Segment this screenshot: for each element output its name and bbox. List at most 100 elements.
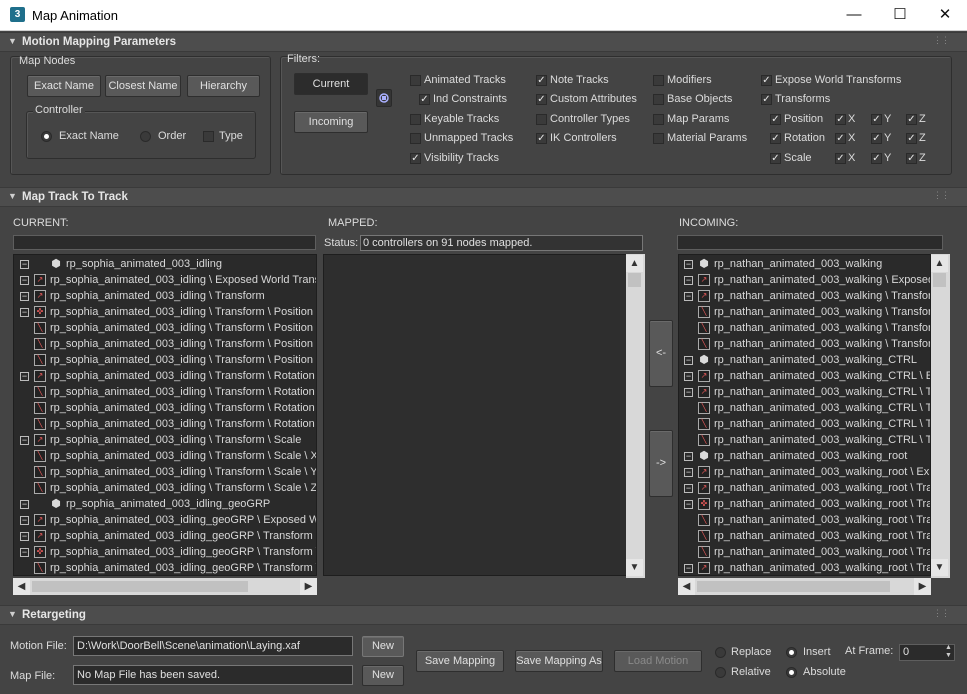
exact-name-button[interactable]: Exact Name <box>27 75 101 97</box>
position-z-checkbox[interactable]: ✓ <box>906 114 917 125</box>
modifiers-checkbox[interactable] <box>653 75 664 86</box>
map-file-field[interactable]: No Map File has been saved. <box>73 665 353 685</box>
map-right-button[interactable]: -> <box>649 430 673 497</box>
rotation-checkbox[interactable]: ✓ <box>770 133 781 144</box>
new-map-file-button[interactable]: New <box>362 665 404 686</box>
expand-toggle-icon[interactable]: − <box>684 468 693 477</box>
rotation-y-checkbox[interactable]: ✓ <box>871 133 882 144</box>
unmapped-tracks-checkbox[interactable] <box>410 133 421 144</box>
animated-tracks-checkbox[interactable] <box>410 75 421 86</box>
relative-radio[interactable] <box>715 667 726 678</box>
visibility-tracks-checkbox[interactable]: ✓ <box>410 153 421 164</box>
expand-toggle-icon[interactable]: − <box>684 484 693 493</box>
current-filter-field[interactable] <box>13 235 316 250</box>
expand-toggle-icon[interactable]: − <box>20 292 29 301</box>
replace-radio[interactable] <box>715 647 726 658</box>
scroll-up-icon[interactable]: ▲ <box>931 255 948 272</box>
controller-types-checkbox[interactable] <box>536 114 547 125</box>
save-mapping-as-button[interactable]: Save Mapping As <box>515 650 603 672</box>
incoming-filter-field[interactable] <box>677 235 943 250</box>
incoming-tree-list[interactable]: − ⬢ rp_nathan_animated_003_walking − ↗ rp_nat… <box>678 254 931 576</box>
ind-constraints-checkbox[interactable]: ✓ <box>419 94 430 105</box>
expand-toggle-icon[interactable]: − <box>684 564 693 573</box>
scroll-right-icon[interactable]: ▶ <box>300 578 317 595</box>
scale-checkbox[interactable]: ✓ <box>770 153 781 164</box>
expand-toggle-icon[interactable]: − <box>20 308 29 317</box>
motion-mapping-header[interactable]: ▼ Motion Mapping Parameters ⋮⋮ <box>0 32 967 52</box>
expand-toggle-icon[interactable]: − <box>684 260 693 269</box>
map-left-button[interactable]: <- <box>649 320 673 387</box>
scroll-right-icon[interactable]: ▶ <box>914 578 931 595</box>
rotation-x-checkbox[interactable]: ✓ <box>835 133 846 144</box>
expand-toggle-icon[interactable]: − <box>684 500 693 509</box>
expand-toggle-icon[interactable]: − <box>684 292 693 301</box>
scroll-up-icon[interactable]: ▲ <box>626 255 643 272</box>
save-mapping-button[interactable]: Save Mapping <box>416 650 504 672</box>
tree-row-label: rp_sophia_animated_003_idling \ Transfor… <box>50 370 315 382</box>
scroll-left-icon[interactable]: ◀ <box>13 578 30 595</box>
type-checkbox[interactable] <box>203 131 214 142</box>
scroll-thumb[interactable] <box>697 581 890 592</box>
exact-name-radio[interactable] <box>41 131 52 142</box>
base-objects-checkbox[interactable] <box>653 94 664 105</box>
retargeting-header[interactable]: ▼ Retargeting ⋮⋮ <box>0 605 967 625</box>
current-filter-button[interactable]: Current <box>294 73 368 95</box>
scroll-thumb[interactable] <box>32 581 248 592</box>
expand-toggle-icon[interactable]: − <box>20 372 29 381</box>
scale-z-checkbox[interactable]: ✓ <box>906 153 917 164</box>
scroll-thumb[interactable] <box>628 273 641 287</box>
transforms-checkbox[interactable]: ✓ <box>761 94 772 105</box>
expand-toggle-icon[interactable]: − <box>20 260 29 269</box>
expand-toggle-icon[interactable]: − <box>20 436 29 445</box>
insert-radio[interactable] <box>786 647 797 658</box>
position-x-checkbox[interactable]: ✓ <box>835 114 846 125</box>
current-hscroll[interactable]: ◀ ▶ <box>13 578 317 595</box>
minimize-icon[interactable]: — <box>831 0 877 31</box>
material-params-checkbox[interactable] <box>653 133 664 144</box>
position-checkbox[interactable]: ✓ <box>770 114 781 125</box>
map-track-header[interactable]: ▼ Map Track To Track ⋮⋮ <box>0 187 967 207</box>
incoming-hscroll[interactable]: ◀ ▶ <box>678 578 931 595</box>
motion-file-field[interactable]: D:\Work\DoorBell\Scene\animation\Laying.… <box>73 636 353 656</box>
new-motion-file-button[interactable]: New <box>362 636 404 657</box>
current-tree-list[interactable]: − ⬢ rp_sophia_animated_003_idling − ↗ rp_soph… <box>13 254 317 576</box>
absolute-radio[interactable] <box>786 667 797 678</box>
position-y-checkbox[interactable]: ✓ <box>871 114 882 125</box>
order-radio[interactable] <box>140 131 151 142</box>
maximize-icon[interactable]: ☐ <box>877 0 923 31</box>
mapped-vscroll[interactable]: ▲ ▼ <box>626 254 645 578</box>
ik-controllers-checkbox[interactable]: ✓ <box>536 133 547 144</box>
mapped-list[interactable] <box>323 254 645 576</box>
scale-y-checkbox[interactable]: ✓ <box>871 153 882 164</box>
closest-name-button[interactable]: Closest Name <box>105 75 181 97</box>
scroll-thumb[interactable] <box>933 273 946 287</box>
expand-toggle-icon[interactable]: − <box>20 500 29 509</box>
expose-world-transforms-checkbox[interactable]: ✓ <box>761 75 772 86</box>
expand-toggle-icon[interactable]: − <box>684 372 693 381</box>
map-params-checkbox[interactable] <box>653 114 664 125</box>
keyable-tracks-checkbox[interactable] <box>410 114 421 125</box>
incoming-vscroll[interactable]: ▲ ▼ <box>931 254 950 578</box>
expand-toggle-icon[interactable]: − <box>684 276 693 285</box>
scroll-down-icon[interactable]: ▼ <box>626 559 643 576</box>
expand-toggle-icon[interactable]: − <box>20 276 29 285</box>
expand-toggle-icon[interactable]: − <box>684 388 693 397</box>
close-icon[interactable]: ✕ <box>922 0 967 31</box>
filter-swap-icon[interactable] <box>376 89 392 107</box>
spinner-arrows-icon[interactable]: ▲ ▼ <box>943 644 954 661</box>
incoming-filter-button[interactable]: Incoming <box>294 111 368 133</box>
scroll-down-icon[interactable]: ▼ <box>931 559 948 576</box>
load-motion-button[interactable]: Load Motion <box>614 650 702 672</box>
hierarchy-button[interactable]: Hierarchy <box>187 75 260 97</box>
note-tracks-checkbox[interactable]: ✓ <box>536 75 547 86</box>
custom-attributes-checkbox[interactable]: ✓ <box>536 94 547 105</box>
scale-x-checkbox[interactable]: ✓ <box>835 153 846 164</box>
expand-toggle-icon[interactable]: − <box>20 532 29 541</box>
node-cube-icon: ⬢ <box>51 258 61 270</box>
expand-toggle-icon[interactable]: − <box>684 452 693 461</box>
rotation-z-checkbox[interactable]: ✓ <box>906 133 917 144</box>
expand-toggle-icon[interactable]: − <box>20 548 29 557</box>
expand-toggle-icon[interactable]: − <box>20 516 29 525</box>
scroll-left-icon[interactable]: ◀ <box>678 578 695 595</box>
expand-toggle-icon[interactable]: − <box>684 356 693 365</box>
